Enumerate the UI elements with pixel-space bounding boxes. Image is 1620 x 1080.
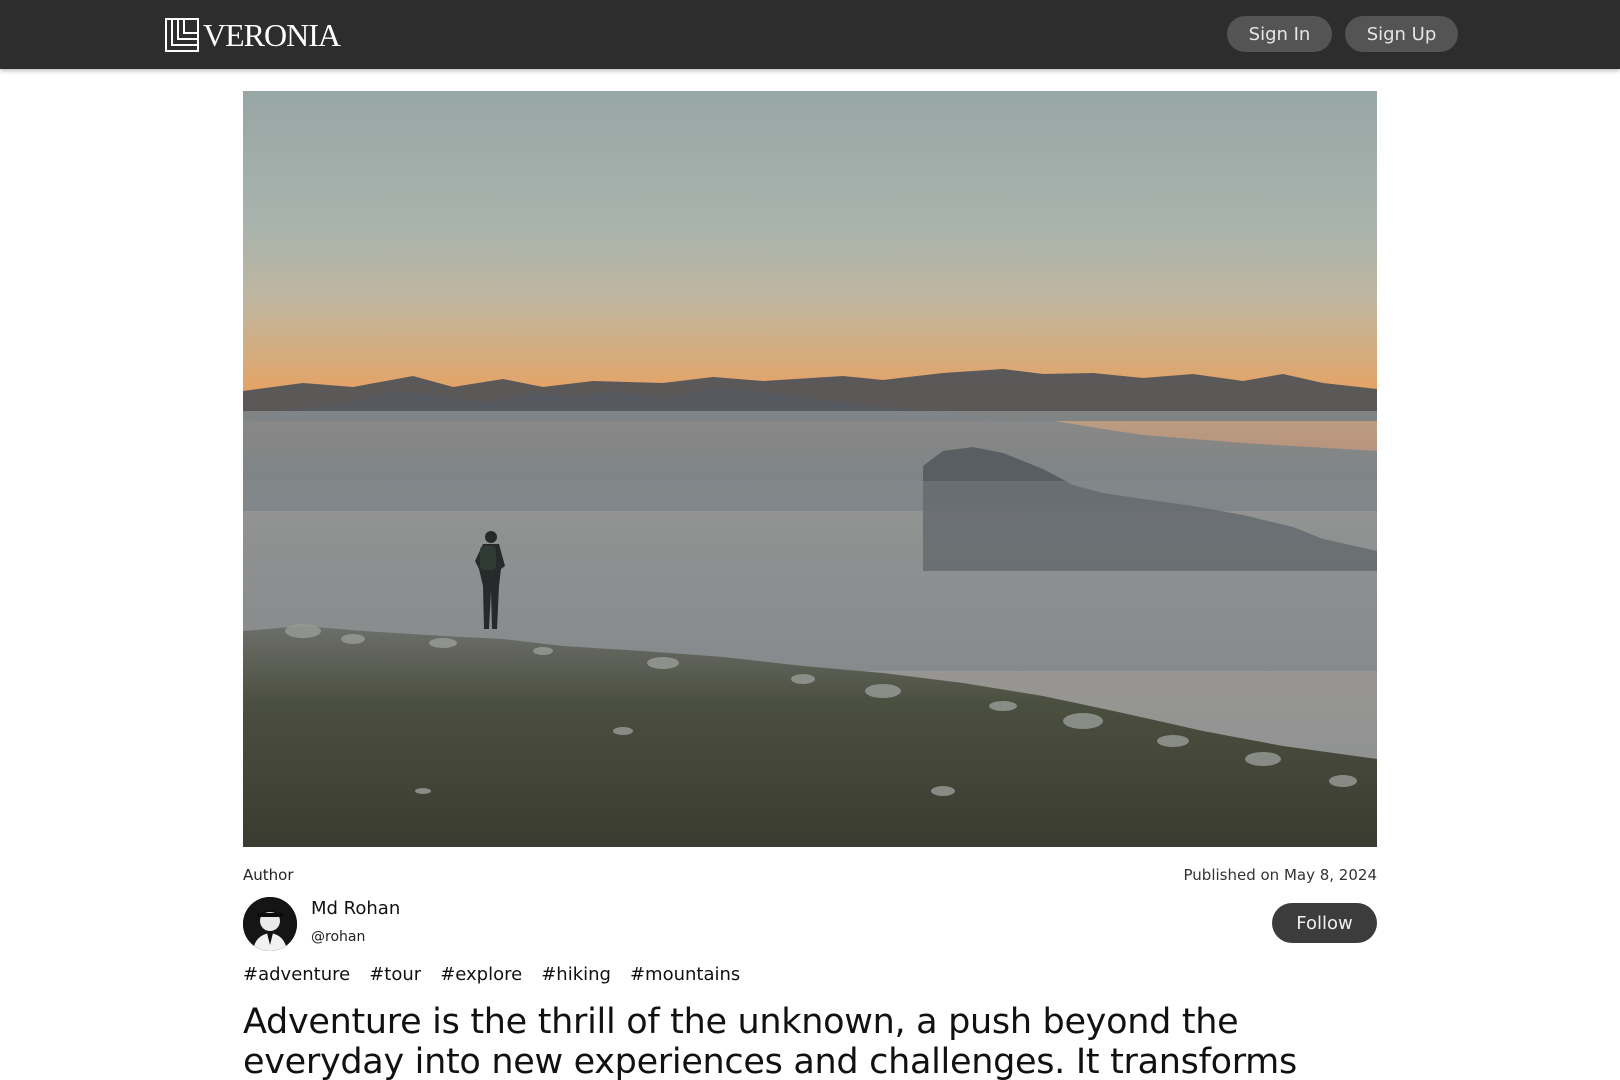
sign-up-button[interactable]: Sign Up (1345, 16, 1458, 52)
sign-in-button[interactable]: Sign In (1227, 16, 1332, 52)
tag-adventure[interactable]: #adventure (243, 964, 350, 985)
logo-icon (163, 16, 201, 54)
tag-list: #adventure #tour #explore #hiking #mount… (243, 964, 740, 985)
tag-explore[interactable]: #explore (440, 964, 522, 985)
top-navbar: VERONIA Sign In Sign Up (0, 0, 1620, 69)
author-label: Author (243, 866, 294, 884)
tag-mountains[interactable]: #mountains (630, 964, 740, 985)
site-logo[interactable]: VERONIA (163, 16, 341, 54)
tag-hiking[interactable]: #hiking (541, 964, 611, 985)
follow-button[interactable]: Follow (1272, 903, 1377, 943)
hero-image (243, 91, 1377, 847)
logo-text: VERONIA (203, 17, 341, 53)
post-headline: Adventure is the thrill of the unknown, … (243, 1002, 1297, 1080)
tag-tour[interactable]: #tour (369, 964, 421, 985)
author-name[interactable]: Md Rohan (311, 898, 400, 919)
author-handle: @rohan (311, 929, 366, 945)
author-avatar[interactable] (243, 897, 297, 951)
published-date: Published on May 8, 2024 (1183, 866, 1377, 884)
